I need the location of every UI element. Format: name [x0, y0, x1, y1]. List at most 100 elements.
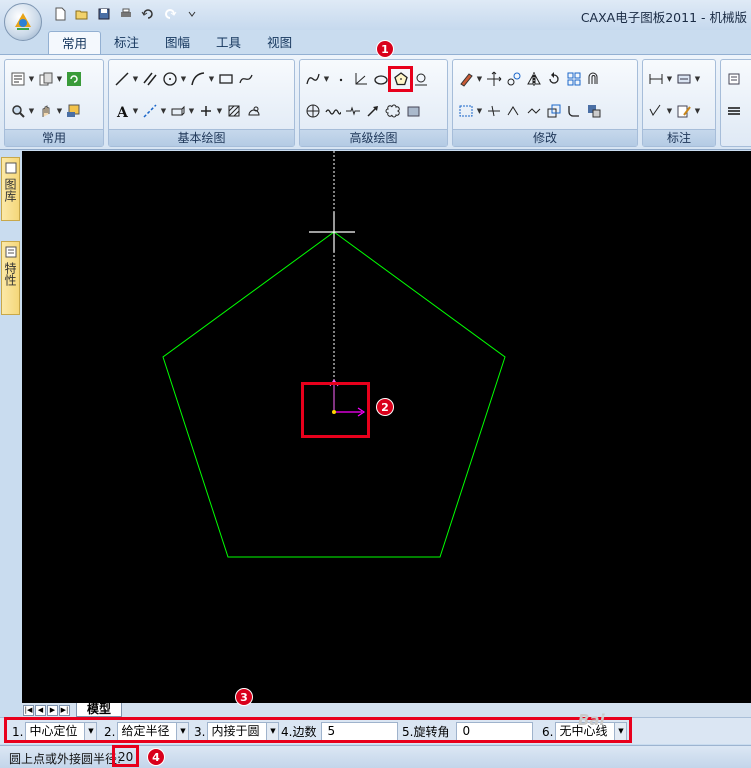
chevron-down-icon[interactable]: ▼: [694, 101, 701, 121]
scale-button[interactable]: [544, 101, 563, 121]
copy-button[interactable]: [36, 69, 55, 89]
chevron-down-icon[interactable]: ▼: [666, 69, 673, 89]
point-button[interactable]: [331, 69, 350, 89]
chevron-down-icon[interactable]: ▼: [694, 69, 701, 89]
array-button[interactable]: [564, 69, 583, 89]
properties-panel-tab[interactable]: 特性: [1, 241, 20, 315]
insert-block-button[interactable]: [196, 101, 215, 121]
parallel-line-button[interactable]: [140, 69, 159, 89]
angle-line-button[interactable]: [351, 69, 370, 89]
layer-button[interactable]: [64, 101, 83, 121]
dimension-button[interactable]: [646, 69, 665, 89]
offset-button[interactable]: [584, 69, 603, 89]
sheet-tab-model[interactable]: 模型: [76, 703, 123, 717]
chevron-down-icon[interactable]: ▼: [56, 69, 63, 89]
pan-button[interactable]: [36, 101, 55, 121]
move-button[interactable]: [484, 69, 503, 89]
zoom-button[interactable]: [8, 101, 27, 121]
chevron-down-icon[interactable]: ▼: [216, 101, 223, 121]
rectangle-button[interactable]: [216, 69, 235, 89]
chevron-down-icon[interactable]: ▼: [160, 101, 167, 121]
chevron-down-icon[interactable]: ▼: [28, 101, 35, 121]
gear-profile-button[interactable]: [411, 69, 430, 89]
chevron-down-icon[interactable]: ▼: [208, 69, 215, 89]
prev-sheet-button[interactable]: ◀: [35, 704, 46, 716]
chevron-down-icon[interactable]: ▼: [132, 69, 139, 89]
extend-button[interactable]: [504, 101, 523, 121]
curve-button[interactable]: [303, 69, 322, 89]
chevron-down-icon[interactable]: ▼: [476, 69, 483, 89]
first-sheet-button[interactable]: |◀: [23, 704, 34, 716]
library-panel-tab[interactable]: 图库: [1, 157, 20, 221]
block-button[interactable]: [168, 101, 187, 121]
drawing-canvas[interactable]: [22, 151, 751, 703]
chevron-down-icon[interactable]: ▼: [323, 69, 330, 89]
group-dimension: ▼ ▼ ▼ ▼ 标注: [642, 59, 716, 147]
select-button[interactable]: [456, 101, 475, 121]
undo-button[interactable]: [138, 5, 158, 23]
open-file-button[interactable]: [72, 5, 92, 23]
trim-button[interactable]: [484, 101, 503, 121]
properties-button[interactable]: [8, 69, 27, 89]
copy-object-button[interactable]: [504, 69, 523, 89]
hatch-button[interactable]: [224, 101, 243, 121]
fillet-button[interactable]: [564, 101, 583, 121]
fill-button[interactable]: [244, 101, 263, 121]
save-button[interactable]: [94, 5, 114, 23]
tab-common[interactable]: 常用: [48, 31, 102, 55]
new-file-button[interactable]: [50, 5, 70, 23]
tab-tools[interactable]: 工具: [203, 31, 254, 55]
refresh-button[interactable]: [64, 69, 83, 89]
wave-line-button[interactable]: [323, 101, 342, 121]
text-button[interactable]: A: [112, 101, 131, 121]
mirror-button[interactable]: [524, 69, 543, 89]
tab-view[interactable]: 视图: [254, 31, 305, 55]
chevron-down-icon[interactable]: ▼: [476, 101, 483, 121]
undo-icon: [141, 9, 153, 19]
app-menu-button[interactable]: [4, 3, 42, 41]
chevron-down-icon[interactable]: ▼: [28, 69, 35, 89]
trim-icon: [487, 105, 500, 117]
marker-2: 2: [376, 398, 394, 416]
print-button[interactable]: [116, 5, 136, 23]
linestyle-button[interactable]: [724, 101, 743, 121]
edit-annotation-button[interactable]: [674, 101, 693, 121]
chevron-down-icon[interactable]: ▼: [56, 101, 63, 121]
next-sheet-button[interactable]: ▶: [47, 704, 58, 716]
chevron-down-icon[interactable]: ▼: [132, 101, 139, 121]
ellipse-button[interactable]: [371, 69, 390, 89]
svg-text:A: A: [116, 105, 129, 119]
tab-sheet[interactable]: 图幅: [152, 31, 203, 55]
quick-access-toolbar: [50, 5, 202, 23]
roughness-button[interactable]: [646, 101, 665, 121]
circle-button[interactable]: [160, 69, 179, 89]
erase-button[interactable]: [456, 69, 475, 89]
line-button[interactable]: [112, 69, 131, 89]
cloud-line-button[interactable]: [383, 101, 402, 121]
chevron-down-icon[interactable]: ▼: [666, 101, 673, 121]
qat-customize-button[interactable]: [182, 5, 202, 23]
arrow-button[interactable]: [363, 101, 382, 121]
last-sheet-button[interactable]: ▶|: [59, 704, 70, 716]
group-label: 高级绘图: [300, 129, 447, 146]
break-line-button[interactable]: [343, 101, 362, 121]
text-annotation-button[interactable]: [674, 69, 693, 89]
arc-button[interactable]: [188, 69, 207, 89]
polygon-button[interactable]: [388, 66, 413, 92]
style-button[interactable]: [724, 69, 743, 89]
title-bar: CAXA电子图板2011 - 机械版: [0, 0, 751, 30]
sample-line-button[interactable]: [403, 101, 422, 121]
redo-button[interactable]: [160, 5, 180, 23]
tab-annotate[interactable]: 标注: [101, 31, 152, 55]
folder-open-icon: [75, 10, 88, 20]
rotate-button[interactable]: [544, 69, 563, 89]
hole-button[interactable]: [303, 101, 322, 121]
gear-profile-icon: [414, 73, 427, 86]
explode-button[interactable]: [584, 101, 603, 121]
stretch-button[interactable]: [524, 101, 543, 121]
chevron-down-icon[interactable]: ▼: [188, 101, 195, 121]
ellipse-icon: [373, 75, 388, 85]
chevron-down-icon[interactable]: ▼: [180, 69, 187, 89]
spline-button[interactable]: [236, 69, 255, 89]
centerline-button[interactable]: [140, 101, 159, 121]
